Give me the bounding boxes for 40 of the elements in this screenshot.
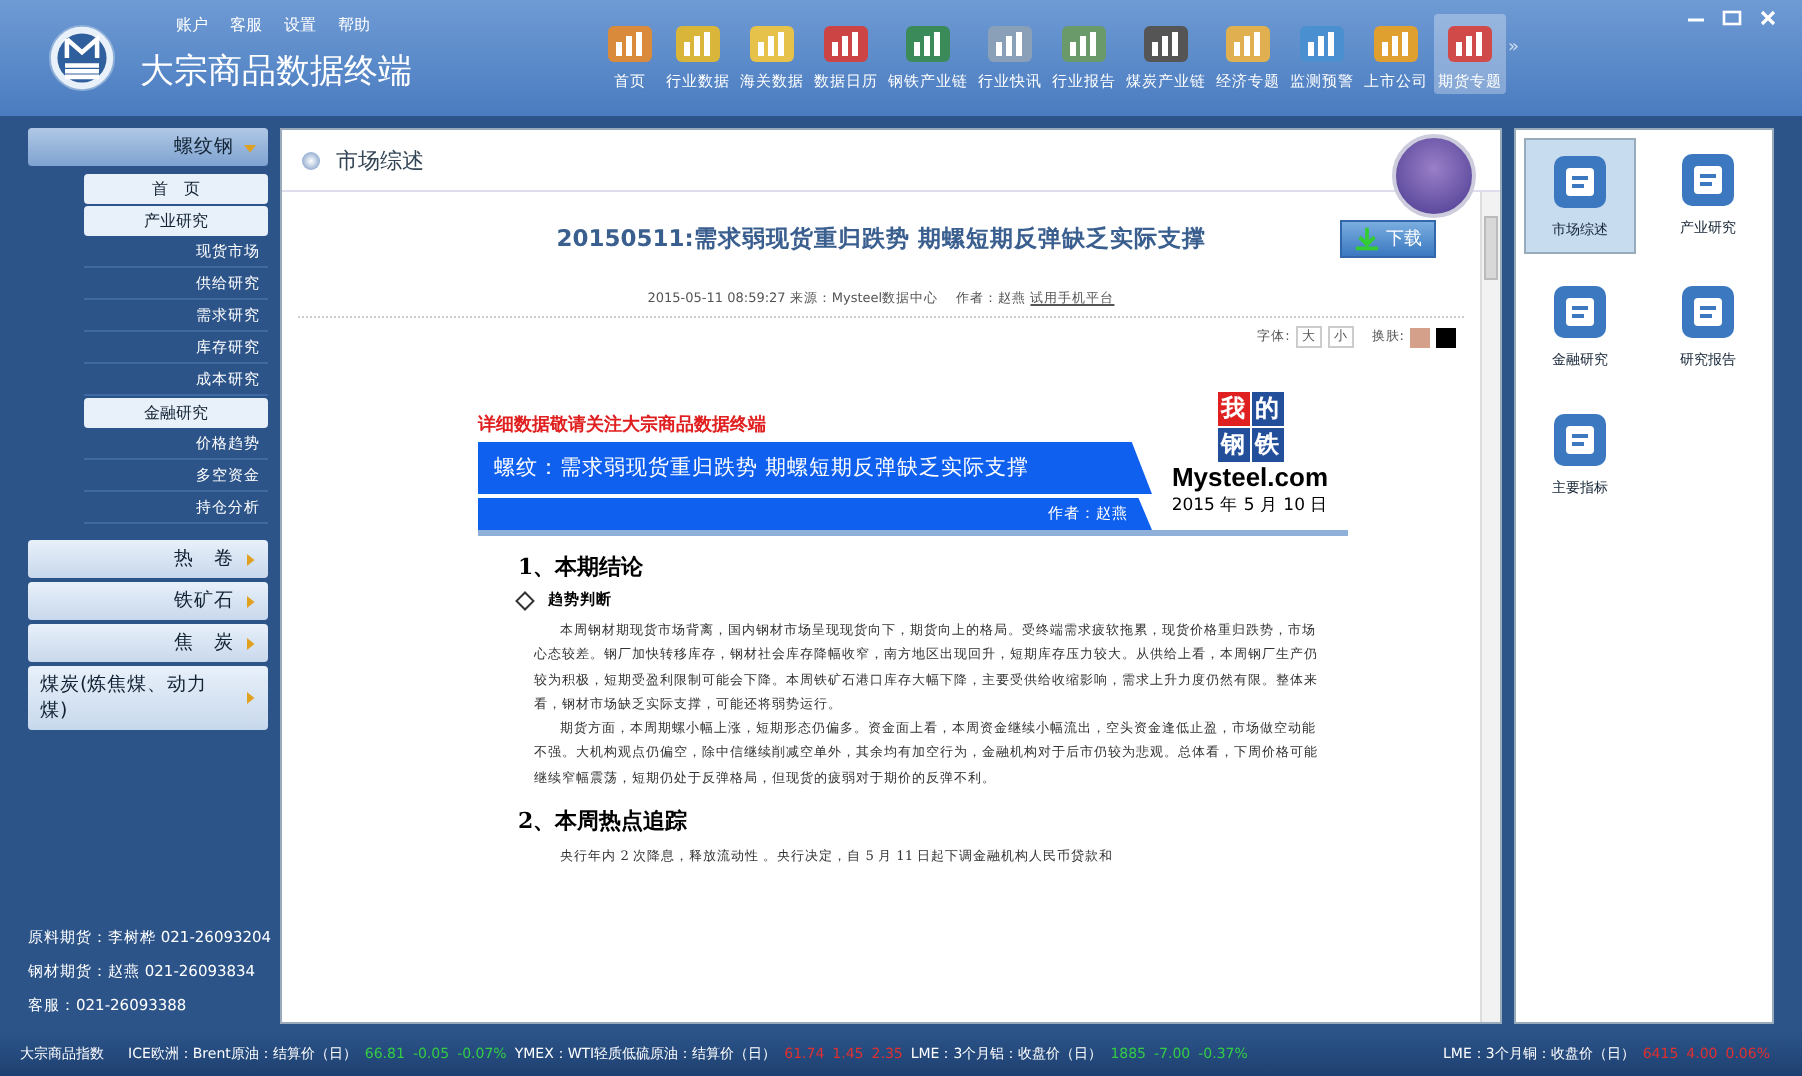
close-icon[interactable]	[1758, 8, 1778, 28]
logo-text: Mysteel.com	[1171, 462, 1329, 492]
report-date: 2015 年 5 月 10 日	[1171, 494, 1329, 518]
headline-banner: 螺纹：需求弱现货重归跌势 期螺短期反弹缺乏实际支撑	[478, 442, 1152, 494]
notice-text: 详细数据敬请关注大宗商品数据终端	[478, 412, 768, 438]
document-icon	[1550, 410, 1610, 470]
skin-swatch[interactable]	[1436, 327, 1456, 347]
sidebar-section[interactable]: 焦 炭	[28, 624, 268, 662]
sidebar-group[interactable]: 金融研究	[84, 398, 268, 428]
download-icon	[1354, 226, 1380, 252]
logo-character: 的	[1251, 392, 1283, 426]
article-title: 20150511:需求弱现货重归跌势 期螺短期反弹缺乏实际支撑	[556, 224, 1206, 254]
caret-icon	[244, 692, 256, 704]
section-heading: 2、本周热点追踪	[518, 806, 690, 837]
skin-swatch[interactable]	[1410, 327, 1430, 347]
logo-character: 铁	[1251, 428, 1283, 462]
caret-icon	[244, 553, 256, 565]
logo-character: 我	[1217, 392, 1249, 426]
sidebar-section[interactable]: 铁矿石	[28, 582, 268, 620]
caret-icon	[244, 141, 256, 153]
sidebar-group[interactable]: 首 页	[84, 174, 268, 204]
section-heading: 1、本期结论	[518, 552, 646, 582]
sidebar-section[interactable]: 煤炭(炼焦煤、动力煤)	[28, 666, 268, 730]
app-title: 大宗商品数据终端	[140, 50, 412, 94]
bullet-icon	[302, 151, 320, 169]
document-icon	[1550, 282, 1610, 342]
sidebar-section[interactable]: 螺纹钢	[28, 128, 268, 166]
logo-character: 钢	[1217, 428, 1249, 462]
maximize-icon[interactable]	[1722, 8, 1742, 28]
document-icon	[1550, 152, 1610, 212]
panel-title: 市场综述	[336, 145, 424, 175]
document-icon	[1678, 150, 1738, 210]
logo-icon	[48, 24, 116, 92]
sidebar-section[interactable]: 热 卷	[28, 540, 268, 578]
sidebar-group[interactable]: 产业研究	[84, 206, 268, 236]
scrollbar[interactable]	[1480, 192, 1500, 1022]
caret-icon	[244, 595, 256, 607]
document-icon	[1678, 282, 1738, 342]
globe-icon	[1392, 134, 1476, 218]
caret-icon	[244, 637, 256, 649]
